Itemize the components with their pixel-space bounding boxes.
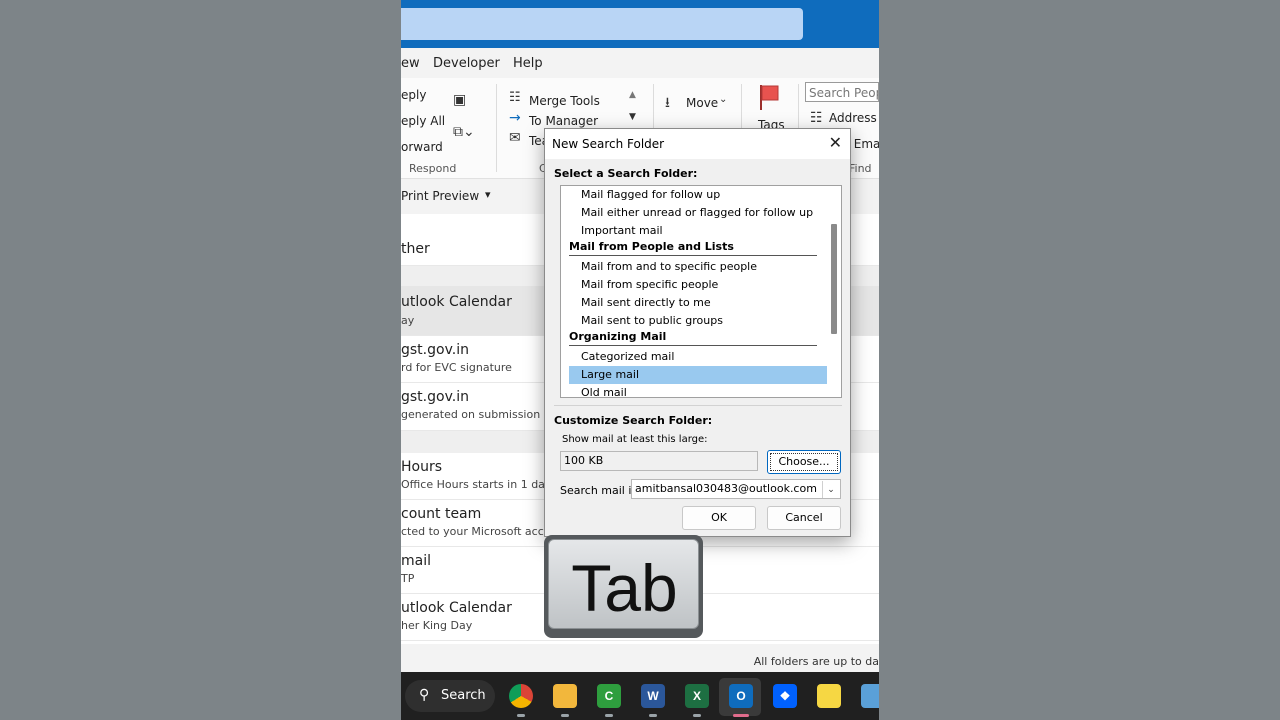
quicksteps-up-icon[interactable]: ▲ bbox=[629, 90, 636, 100]
tab-other[interactable]: ther bbox=[401, 241, 430, 257]
mail-preview: rd for EVC signature bbox=[401, 361, 512, 374]
running-indicator bbox=[517, 714, 525, 717]
quicksteps-down-icon[interactable]: ▼ bbox=[629, 112, 636, 122]
merge-tools-icon: ☷ bbox=[509, 90, 521, 105]
running-indicator bbox=[649, 714, 657, 717]
reply-all-button[interactable]: eply All bbox=[401, 114, 445, 128]
list-item[interactable]: Mail sent directly to me bbox=[561, 294, 825, 312]
tab-developer[interactable]: Developer bbox=[433, 56, 500, 71]
ribbon-tabs: ew Developer Help bbox=[401, 48, 879, 78]
mail-sender: gst.gov.in bbox=[401, 342, 469, 358]
title-bar bbox=[401, 0, 879, 48]
running-indicator bbox=[561, 714, 569, 717]
running-indicator bbox=[605, 714, 613, 717]
merge-tools-button[interactable]: Merge Tools bbox=[529, 94, 600, 108]
status-bar: All folders are up to da bbox=[401, 650, 879, 672]
select-search-folder-label: Select a Search Folder: bbox=[554, 167, 698, 180]
dialog-title: New Search Folder bbox=[552, 137, 665, 151]
list-item[interactable]: Mail either unread or flagged for follow… bbox=[561, 204, 825, 222]
flag-icon[interactable] bbox=[759, 84, 779, 110]
sticky-notes-icon[interactable] bbox=[817, 684, 841, 708]
mail-preview: generated on submission of R bbox=[401, 408, 566, 421]
mail-sender: gst.gov.in bbox=[401, 389, 469, 405]
mail-sender: Hours bbox=[401, 459, 443, 475]
running-indicator bbox=[693, 714, 701, 717]
list-item[interactable]: Mail from and to specific people bbox=[561, 258, 825, 276]
address-book-button[interactable]: Address B bbox=[829, 111, 879, 125]
keycap-label: Tab bbox=[571, 551, 678, 625]
notepad-icon[interactable] bbox=[861, 684, 879, 708]
dialog-title-bar: New Search Folder ✕ bbox=[545, 129, 850, 159]
move-icon: ⭳ bbox=[665, 95, 670, 111]
ribbon-divider bbox=[496, 84, 497, 172]
forward-button[interactable]: orward bbox=[401, 140, 443, 154]
mail-preview: her King Day bbox=[401, 619, 473, 632]
status-text: All folders are up to da bbox=[753, 655, 879, 668]
mail-preview: ay bbox=[401, 314, 415, 327]
excel-icon[interactable]: X bbox=[685, 684, 709, 708]
list-item[interactable]: Mail flagged for follow up bbox=[561, 186, 825, 204]
more-respond-icon[interactable]: ⧉⌄ bbox=[453, 124, 475, 140]
list-group-header: Organizing Mail bbox=[561, 328, 825, 346]
mail-icon: ✉ bbox=[509, 130, 521, 146]
list-item[interactable]: Old mail bbox=[561, 384, 825, 397]
print-preview-button[interactable]: Print Preview bbox=[401, 189, 479, 203]
cancel-button[interactable]: Cancel bbox=[767, 506, 841, 530]
search-folder-list[interactable]: Mail flagged for follow up Mail either u… bbox=[560, 185, 842, 398]
outlook-icon[interactable]: O bbox=[729, 684, 753, 708]
scrollbar-thumb[interactable] bbox=[831, 224, 837, 334]
meeting-icon[interactable]: ▣ bbox=[453, 92, 466, 108]
search-mail-in-label: Search mail in: bbox=[560, 484, 643, 497]
chrome-icon[interactable] bbox=[509, 684, 533, 708]
word-icon[interactable]: W bbox=[641, 684, 665, 708]
list-item[interactable]: Categorized mail bbox=[561, 348, 825, 366]
mail-sender: utlook Calendar bbox=[401, 600, 512, 616]
ok-button[interactable]: OK bbox=[682, 506, 756, 530]
dropbox-icon[interactable]: ❖ bbox=[773, 684, 797, 708]
customize-toolbar-icon[interactable]: ▾ bbox=[485, 188, 491, 201]
list-item[interactable]: Mail from specific people bbox=[561, 276, 825, 294]
move-button[interactable]: Move bbox=[686, 96, 718, 110]
choose-button[interactable]: Choose... bbox=[767, 450, 841, 474]
customize-search-folder-label: Customize Search Folder: bbox=[554, 414, 713, 427]
mail-preview: Office Hours starts in 1 day bbox=[401, 478, 552, 491]
mail-sender: count team bbox=[401, 506, 482, 522]
respond-group-label: Respond bbox=[409, 162, 457, 175]
dialog-divider bbox=[554, 405, 842, 406]
camtasia-icon[interactable]: C bbox=[597, 684, 621, 708]
list-item-selected[interactable]: Large mail bbox=[569, 366, 830, 384]
file-explorer-icon[interactable] bbox=[553, 684, 577, 708]
tab-key-overlay: Tab bbox=[544, 535, 703, 638]
size-criteria-field: 100 KB bbox=[560, 451, 758, 471]
mail-sender: mail bbox=[401, 553, 431, 569]
list-group-header: Mail from People and Lists bbox=[561, 238, 825, 256]
size-criteria-label: Show mail at least this large: bbox=[562, 434, 708, 445]
taskbar-search[interactable]: ⚲ Search bbox=[405, 680, 495, 712]
new-search-folder-dialog: New Search Folder ✕ Select a Search Fold… bbox=[544, 128, 851, 537]
chevron-down-icon[interactable]: ⌄ bbox=[822, 481, 839, 498]
chevron-down-icon[interactable]: ⌄ bbox=[719, 94, 727, 105]
taskbar: ⚲ Search C W X O ❖ bbox=[401, 672, 879, 720]
mail-preview: TP bbox=[401, 572, 415, 585]
search-icon: ⚲ bbox=[419, 687, 430, 703]
keycap: Tab bbox=[548, 539, 699, 629]
find-group-label: Find bbox=[849, 162, 872, 175]
close-icon[interactable]: ✕ bbox=[829, 133, 842, 152]
outlook-search-box[interactable] bbox=[401, 8, 803, 40]
mail-sender: utlook Calendar bbox=[401, 294, 512, 310]
search-people-input[interactable]: Search People bbox=[805, 82, 879, 102]
tab-view[interactable]: ew bbox=[401, 56, 420, 71]
taskbar-search-label: Search bbox=[441, 688, 486, 703]
tab-help[interactable]: Help bbox=[513, 56, 543, 71]
active-indicator bbox=[733, 714, 749, 717]
list-scrollbar[interactable] bbox=[827, 186, 841, 397]
search-mail-in-value: amitbansal030483@outlook.com bbox=[635, 482, 817, 495]
address-book-icon: ☷ bbox=[810, 110, 823, 126]
search-mail-in-select[interactable]: amitbansal030483@outlook.com ⌄ bbox=[631, 479, 841, 499]
to-manager-button[interactable]: To Manager bbox=[529, 114, 598, 128]
arrow-right-icon: → bbox=[509, 110, 521, 126]
reply-button[interactable]: eply bbox=[401, 88, 426, 102]
